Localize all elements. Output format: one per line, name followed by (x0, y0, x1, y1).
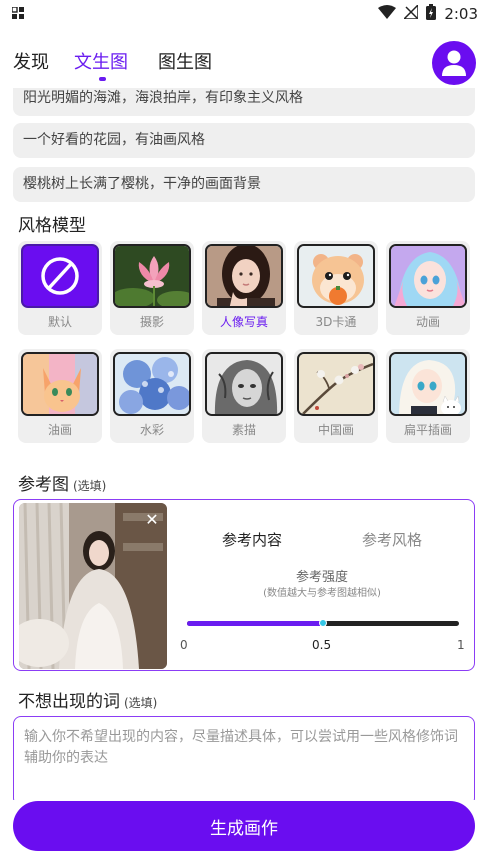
signal-off-icon (402, 3, 420, 23)
prompt-suggestion[interactable]: 樱桃树上长满了樱桃，干净的画面背景 (13, 167, 475, 202)
flat-illustration (389, 352, 467, 416)
style-label: 摄影 (139, 315, 164, 329)
tab-image-to-image[interactable]: 图生图 (158, 48, 212, 74)
style-flat-illustration[interactable]: 扁平插画 (386, 349, 470, 443)
style-label: 油画 (47, 423, 72, 437)
tab-text-to-image[interactable]: 文生图 (74, 48, 128, 74)
style-oil-painting[interactable]: 油画 (18, 349, 102, 443)
tab-discover[interactable]: 发现 (13, 48, 49, 74)
anime-girl (389, 244, 467, 308)
prohibit-icon (21, 244, 99, 308)
app-grid-icon (11, 5, 24, 23)
style-section-title: 风格模型 (18, 216, 86, 236)
style-3d-cartoon[interactable]: 3D卡通 (294, 241, 378, 335)
style-label: 动画 (415, 315, 440, 329)
negative-prompt-box (13, 716, 475, 800)
user-icon (442, 50, 466, 76)
negative-optional-label: (选填) (124, 696, 158, 710)
style-label: 中国画 (317, 423, 354, 437)
clock: 2:03 (444, 5, 478, 23)
style-photography[interactable]: 摄影 (110, 241, 194, 335)
prompt-suggestion[interactable]: 阳光明媚的海滩，海浪拍岸，有印象主义风格 (13, 88, 475, 116)
chinese-painting (297, 352, 375, 416)
reference-panel: ✕ 参考内容 参考风格 参考强度 (数值越大与参考图越相似) 0 0.5 1 (13, 499, 475, 671)
style-default[interactable]: 默认 (18, 241, 102, 335)
negative-prompt-input[interactable] (24, 727, 464, 795)
style-anime[interactable]: 动画 (386, 241, 470, 335)
style-label: 人像写真 (219, 315, 268, 329)
cat-oil-painting (21, 352, 99, 416)
wifi-icon (378, 5, 397, 23)
reference-title: 参考图 (18, 475, 69, 495)
slider-max-label: 1 (457, 638, 465, 652)
style-label: 水彩 (139, 423, 164, 437)
slider-fill (187, 621, 323, 626)
top-tabs: 发现 文生图 图生图 (0, 40, 488, 84)
generate-button[interactable]: 生成画作 (13, 801, 475, 851)
tab-reference-content[interactable]: 参考内容 (222, 529, 282, 550)
style-label: 扁平插画 (403, 423, 452, 437)
slider-handle[interactable] (319, 619, 327, 627)
sketch-portrait (205, 352, 283, 416)
remove-reference-button[interactable]: ✕ (143, 511, 161, 529)
strength-label: 参考强度 (295, 570, 348, 585)
content-scroll[interactable]: 阳光明媚的海滩，海浪拍岸，有印象主义风格 一个好看的花园，有油画风格 樱桃树上长… (0, 88, 488, 800)
style-portrait[interactable]: 人像写真 (202, 241, 286, 335)
style-label: 3D卡通 (315, 315, 357, 329)
hamster-3d (297, 244, 375, 308)
lotus-photo (113, 244, 191, 308)
style-chinese-painting[interactable]: 中国画 (294, 349, 378, 443)
status-bar: 2:03 (0, 0, 488, 28)
slider-min-label: 0 (180, 638, 188, 652)
portrait-photo (205, 244, 283, 308)
tab-indicator (99, 77, 106, 81)
style-sketch[interactable]: 素描 (202, 349, 286, 443)
battery-icon (426, 4, 437, 24)
style-label: 默认 (47, 315, 72, 329)
negative-title: 不想出现的词 (18, 692, 120, 712)
style-watercolor[interactable]: 水彩 (110, 349, 194, 443)
hydrangea-watercolor (113, 352, 191, 416)
strength-hint: (数值越大与参考图越相似) (263, 588, 381, 599)
prompt-suggestion[interactable]: 一个好看的花园，有油画风格 (13, 123, 475, 158)
strength-slider[interactable] (187, 619, 459, 627)
tab-reference-style[interactable]: 参考风格 (362, 529, 422, 550)
style-label: 素描 (231, 423, 256, 437)
negative-section-title: 不想出现的词 (选填) (18, 687, 157, 712)
reference-section-title: 参考图 (选填) (18, 470, 106, 495)
slider-value-label: 0.5 (312, 638, 332, 652)
close-icon: ✕ (145, 510, 159, 529)
avatar[interactable] (432, 41, 476, 85)
reference-optional-label: (选填) (73, 479, 107, 493)
